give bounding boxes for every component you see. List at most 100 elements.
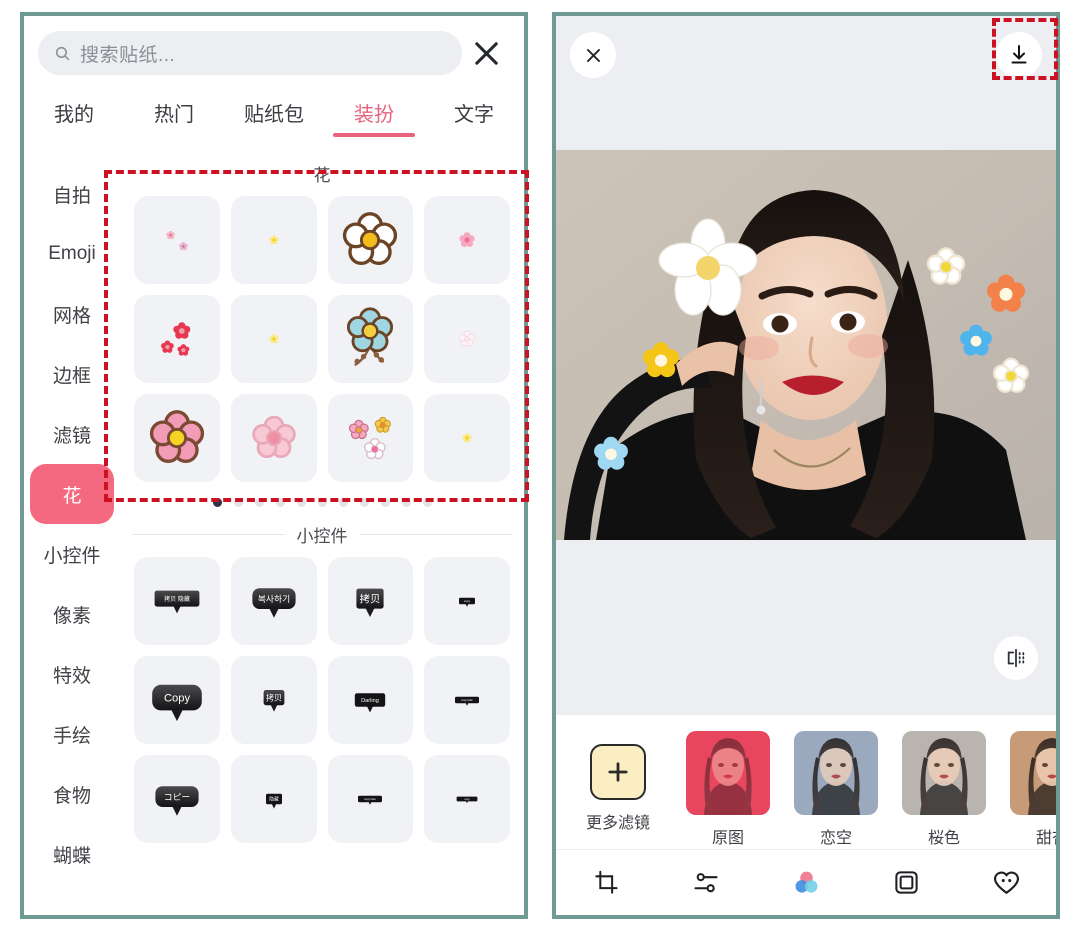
sidebar-item-9[interactable]: 手绘 (30, 704, 114, 764)
filter-thumbnail (686, 731, 770, 815)
bubble-tiny-3[interactable]: copy hide (327, 755, 414, 843)
sidebar-item-5[interactable]: 花 (30, 464, 114, 524)
filter-thumbnail (794, 731, 878, 815)
blue-flower-with-stem[interactable] (327, 295, 414, 383)
filter-strip: 更多滤镜 原图 恋空 桜色 甜杏 (556, 715, 1056, 850)
tab-4[interactable]: 文字 (424, 98, 524, 127)
compare-flip-icon[interactable] (994, 636, 1038, 680)
pagination-dot[interactable] (275, 498, 285, 507)
close-panel-button[interactable] (462, 38, 510, 69)
pagination-dot[interactable] (422, 498, 432, 507)
bubble-copy-cn-small[interactable]: 拷贝 (230, 656, 317, 744)
sidebar-item-label: 花 (62, 485, 82, 507)
category-tabs: 我的 热门 贴纸包 装扮 文字 (24, 90, 524, 156)
filter-label: 恋空 (819, 830, 852, 847)
pagination-dot[interactable] (380, 498, 390, 507)
bubble-darling[interactable]: Darling (327, 656, 414, 744)
sidebar-item-label: 网格 (52, 305, 91, 327)
pink-flower-yellow-center[interactable] (134, 394, 220, 482)
tiny-yellow-dot-flower[interactable] (230, 295, 317, 383)
sidebar-item-label: 手绘 (52, 725, 91, 747)
sidebar-item-1[interactable]: Emoji (30, 224, 114, 284)
pagination-dot[interactable] (254, 498, 264, 507)
frame-icon[interactable] (879, 861, 933, 905)
tab-1[interactable]: 热门 (124, 98, 224, 127)
section-title: 花 (313, 165, 331, 185)
pale-pink-blossom[interactable] (230, 394, 317, 482)
section-header-1: 小控件 (120, 517, 524, 551)
svg-text:コピー: コピー (164, 792, 190, 802)
sidebar-item-6[interactable]: 小控件 (30, 524, 114, 584)
bubble-copy-hide-cn[interactable]: 拷贝 隐藏 (134, 557, 220, 645)
bubble-copy-jp[interactable]: コピー (134, 755, 220, 843)
sticker-icon[interactable] (979, 861, 1033, 905)
bubble-copy-script[interactable]: Copy (134, 656, 220, 744)
white-daisy-yellow-center[interactable] (327, 196, 414, 284)
three-small-flowers-cluster[interactable] (327, 394, 414, 482)
bubble-tiny-2[interactable]: copy hide (424, 656, 510, 744)
filter-thumbnail (902, 731, 986, 815)
bubble-tiny-4[interactable]: copy (424, 755, 510, 843)
sidebar-item-label: 小控件 (43, 545, 101, 567)
search-row: 搜索贴纸... (24, 16, 524, 90)
filter-label: 原图 (711, 830, 744, 847)
filter-item-2[interactable]: 桜色 (898, 731, 990, 848)
sidebar-item-label: 边框 (52, 365, 91, 387)
pagination-dot[interactable] (338, 498, 348, 507)
faint-outline-blossom[interactable] (424, 295, 510, 383)
close-editor-button[interactable] (570, 32, 616, 78)
save-download-button[interactable] (996, 32, 1042, 78)
tiny-pale-yellow-flower[interactable] (230, 196, 317, 284)
more-filters-button[interactable]: 更多滤镜 (570, 731, 666, 833)
filter-icon[interactable] (779, 861, 833, 905)
svg-text:拷贝: 拷贝 (266, 692, 282, 702)
sidebar-item-2[interactable]: 网格 (30, 284, 114, 344)
pagination-dot[interactable] (359, 498, 369, 507)
svg-text:copy hide: copy hide (461, 698, 473, 702)
filter-item-1[interactable]: 恋空 (790, 731, 882, 848)
bubble-copy-cn-bold[interactable]: 拷贝 (327, 557, 414, 645)
divider (359, 533, 512, 535)
bubble-tiny-1[interactable]: copy (424, 557, 510, 645)
red-cherry-blossoms[interactable] (134, 295, 220, 383)
search-input[interactable]: 搜索贴纸... (38, 31, 462, 75)
divider (132, 172, 302, 174)
pagination-dot[interactable] (296, 498, 306, 507)
sidebar-item-3[interactable]: 边框 (30, 344, 114, 404)
svg-text:Copy: Copy (164, 693, 191, 705)
sidebar-item-11[interactable]: 蝴蝶 (30, 824, 114, 884)
tiny-yellow-speck[interactable] (424, 394, 510, 482)
photo-preview[interactable] (556, 150, 1056, 540)
sidebar-item-label: 食物 (52, 785, 91, 807)
editor-canvas-lower (556, 540, 1056, 715)
sidebar-item-0[interactable]: 自拍 (30, 164, 114, 224)
sidebar-item-10[interactable]: 食物 (30, 764, 114, 824)
pagination-dot[interactable] (212, 498, 222, 507)
screenshot-root: 搜索贴纸... 我的 热门 贴纸包 装扮 文字 自拍 Emoji 网格 边框 滤镜花小控件 像素特… (0, 0, 1080, 931)
tab-3[interactable]: 装扮 (324, 98, 424, 127)
photo-editor-panel: 更多滤镜 原图 恋空 桜色 甜杏 (552, 12, 1060, 919)
pagination-dot[interactable] (233, 498, 243, 507)
sidebar-item-4[interactable]: 滤镜 (30, 404, 114, 464)
tab-label: 装扮 (354, 104, 394, 126)
sidebar-item-8[interactable]: 特效 (30, 644, 114, 704)
filter-item-3[interactable]: 甜杏 (1006, 731, 1056, 848)
sidebar-item-7[interactable]: 像素 (30, 584, 114, 644)
sidebar-item-label: 像素 (52, 605, 91, 627)
tab-0[interactable]: 我的 (24, 98, 124, 127)
pagination-dots (120, 486, 524, 517)
adjust-icon[interactable] (679, 861, 733, 905)
sticker-picker-panel: 搜索贴纸... 我的 热门 贴纸包 装扮 文字 自拍 Emoji 网格 边框 滤镜花小控件 像素特… (20, 12, 528, 919)
pagination-dot[interactable] (317, 498, 327, 507)
pagination-dot[interactable] (401, 498, 411, 507)
tab-2[interactable]: 贴纸包 (224, 98, 324, 127)
tiny-pink-dots-flower[interactable] (134, 196, 220, 284)
small-pink-blossom[interactable] (424, 196, 510, 284)
bubble-hide-cn[interactable]: 隐藏 (230, 755, 317, 843)
crop-icon[interactable] (579, 861, 633, 905)
bubble-copy-kr[interactable]: 복사하기 (230, 557, 317, 645)
filter-label: 甜杏 (1035, 830, 1056, 847)
filter-item-0[interactable]: 原图 (682, 731, 774, 848)
svg-text:복사하기: 복사하기 (257, 594, 289, 604)
more-filters-label: 更多滤镜 (585, 815, 650, 832)
